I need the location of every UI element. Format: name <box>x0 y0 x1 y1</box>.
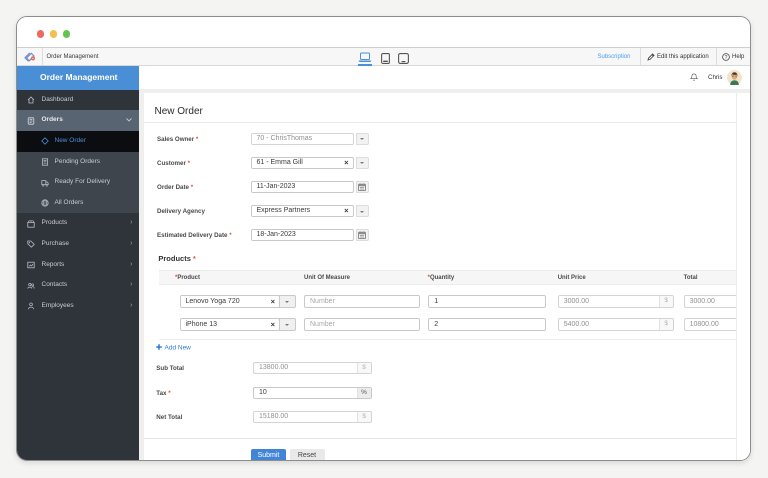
svg-text:?: ? <box>725 55 728 61</box>
